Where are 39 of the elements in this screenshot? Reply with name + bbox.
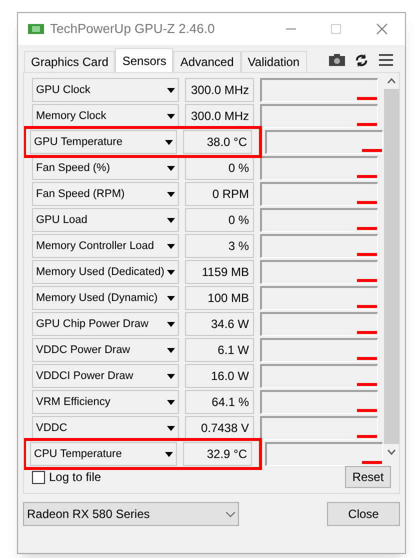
tab[interactable]: Sensors	[115, 48, 174, 72]
sensor-value: 64.1 %	[185, 390, 254, 414]
reset-button[interactable]: Reset	[345, 466, 391, 488]
sensor-value: 32.9 °C	[183, 442, 252, 466]
sensor-value: 0.7438 V	[185, 416, 254, 440]
sensor-value: 16.0 W	[185, 364, 254, 388]
sensor-dropdown[interactable]: VRM Efficiency	[32, 390, 179, 414]
sensor-dropdown[interactable]: Fan Speed (RPM)	[32, 182, 179, 206]
sensor-dropdown[interactable]: CPU Temperature	[30, 442, 177, 466]
sensor-dropdown[interactable]: VDDC	[32, 416, 179, 440]
sensor-dropdown[interactable]: GPU Clock	[32, 78, 179, 102]
sensor-value: 0 RPM	[185, 182, 254, 206]
sensor-dropdown[interactable]: VDDCI Power Draw	[32, 364, 179, 388]
sensor-value: 1159 MB	[185, 260, 254, 284]
sensor-value: 0 %	[185, 208, 254, 232]
sensor-value: 300.0 MHz	[185, 78, 254, 102]
sensor-dropdown[interactable]: Fan Speed (%)	[32, 156, 179, 180]
sensor-value: 300.0 MHz	[185, 104, 254, 128]
sensor-dropdown[interactable]: GPU Load	[32, 208, 179, 232]
window-title: TechPowerUp GPU-Z 2.46.0	[50, 20, 215, 38]
sensor-dropdown[interactable]: Memory Used (Dedicated)	[32, 260, 179, 284]
sensor-dropdown[interactable]: Memory Clock	[32, 104, 179, 128]
sensor-dropdown[interactable]: Memory Used (Dynamic)	[32, 286, 179, 310]
sensor-dropdown[interactable]: GPU Temperature	[30, 130, 177, 154]
tab[interactable]: Advanced	[173, 51, 241, 72]
sensor-dropdown[interactable]: VDDC Power Draw	[32, 338, 179, 362]
sensor-value: 6.1 W	[185, 338, 254, 362]
sensor-dropdown[interactable]: Memory Controller Load	[32, 234, 179, 258]
sensor-value: 0 %	[185, 156, 254, 180]
log-to-file-label: Log to file	[49, 469, 102, 486]
sensor-value: 100 MB	[185, 286, 254, 310]
sensor-value: 3 %	[185, 234, 254, 258]
close-button[interactable]: Close	[327, 502, 400, 526]
sensor-value: 38.0 °C	[183, 130, 252, 154]
gpu-dropdown[interactable]: Radeon RX 580 Series	[23, 502, 239, 526]
sensor-value: 34.6 W	[185, 312, 254, 336]
tab[interactable]: Graphics Card	[24, 51, 116, 72]
tab[interactable]: Validation	[240, 51, 307, 72]
sensor-dropdown[interactable]: GPU Chip Power Draw	[32, 312, 179, 336]
